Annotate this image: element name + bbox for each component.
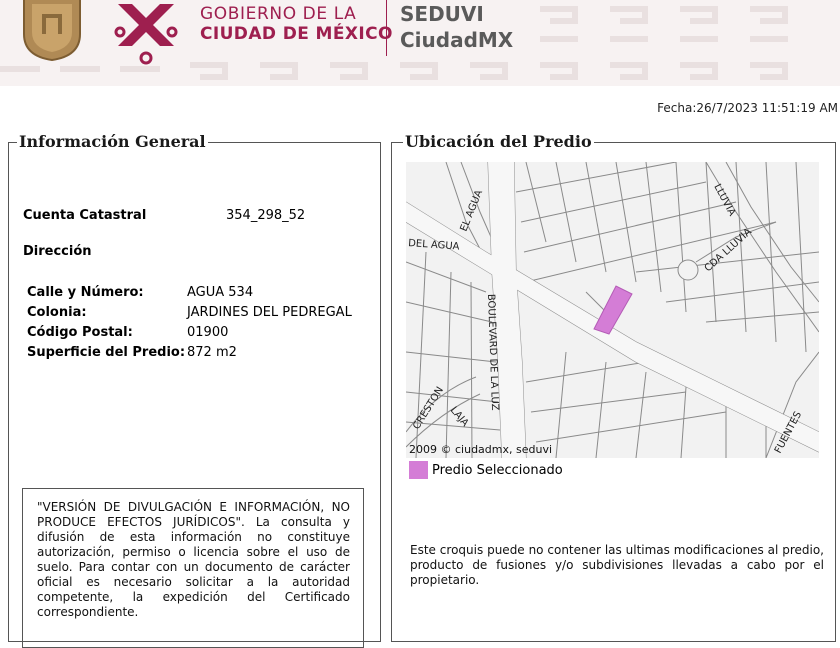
colonia-label: Colonia:	[27, 305, 87, 320]
predio-legend-label: Predio Seleccionado	[432, 463, 563, 478]
platform-name: CiudadMX	[400, 28, 514, 52]
map-credit: 2009 © ciudadmx, seduvi	[409, 443, 553, 456]
codigo-postal-value: 01900	[187, 325, 229, 340]
general-info-title: Información General	[17, 132, 208, 151]
street-label-del-agua: DEL AGUA	[408, 238, 460, 253]
header-banner: GOBIERNO DE LA CIUDAD DE MÉXICO SEDUVI C…	[0, 0, 840, 86]
city-shield-icon	[23, 0, 81, 62]
codigo-postal-label: Código Postal:	[27, 325, 133, 340]
superficie-value: 872 m2	[187, 345, 237, 360]
map-disclaimer-note: Este croquis puede no contener las ultim…	[410, 543, 824, 587]
map-drawing: DEL AGUA EL AGUA LLUVIA CDA LLUVIA BOULE…	[406, 162, 819, 458]
cuenta-catastral-label: Cuenta Catastral	[23, 208, 147, 223]
direccion-label: Dirección	[23, 244, 92, 259]
location-map[interactable]: DEL AGUA EL AGUA LLUVIA CDA LLUVIA BOULE…	[406, 162, 819, 458]
government-name-line2: CIUDAD DE MÉXICO	[200, 24, 393, 44]
government-name-line1: GOBIERNO DE LA	[200, 4, 357, 24]
header-divider	[386, 0, 387, 56]
calle-label: Calle y Número:	[27, 285, 144, 300]
colonia-value: JARDINES DEL PEDREGAL	[187, 305, 352, 320]
calle-value: AGUA 534	[187, 285, 254, 300]
location-title: Ubicación del Predio	[403, 132, 594, 151]
agency-name: SEDUVI	[400, 2, 484, 26]
disclaimer-box: "VERSIÓN DE DIVULGACIÓN E INFORMACIÓN, N…	[22, 488, 364, 648]
predio-polygon	[593, 285, 633, 335]
general-info-panel: Información General Cuenta Catastral 354…	[8, 132, 381, 648]
street-label-lluvia: LLUVIA	[711, 182, 737, 218]
superficie-label: Superficie del Predio:	[27, 345, 186, 360]
cdmx-logo-icon	[114, 4, 178, 65]
timestamp: Fecha:26/7/2023 11:51:19 AM	[657, 101, 838, 115]
predio-legend-swatch	[409, 461, 428, 479]
cuenta-catastral-value: 354_298_52	[226, 208, 306, 223]
location-panel: Ubicación del Predio DEL AGUA EL AGUA LL…	[391, 132, 836, 642]
